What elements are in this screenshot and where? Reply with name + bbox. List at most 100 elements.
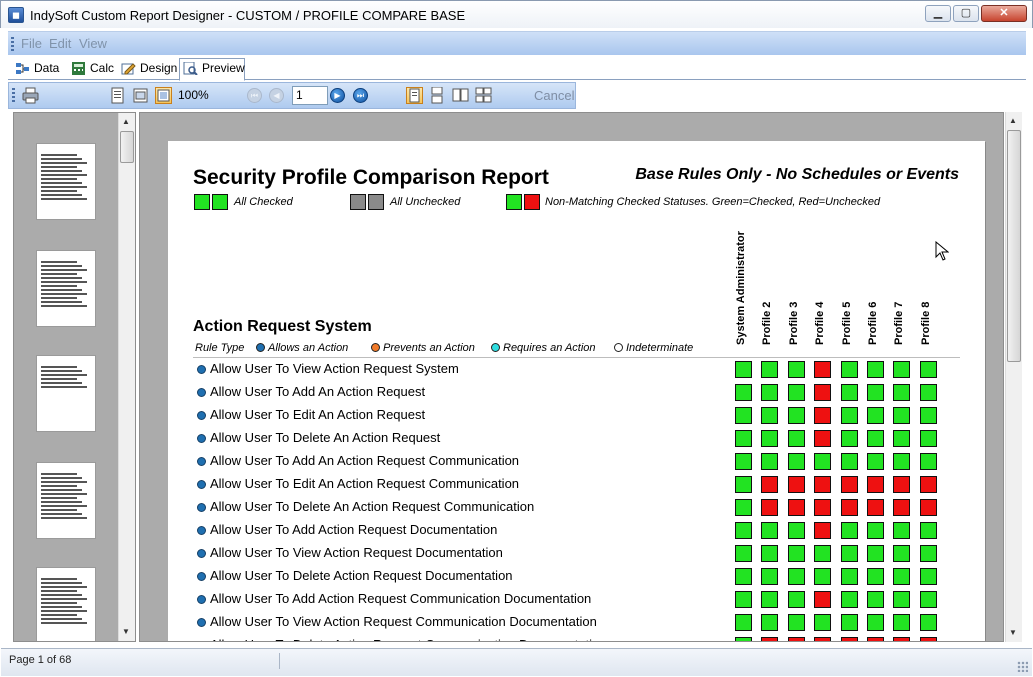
status-cell: [893, 591, 911, 608]
thumbnail-line: [41, 501, 82, 503]
status-cell: [867, 384, 884, 401]
status-cell: [735, 545, 752, 562]
print-icon[interactable]: [22, 87, 39, 104]
status-cell: [919, 568, 937, 585]
profile-header: Profile 8: [920, 235, 934, 357]
continuous-page-icon[interactable]: [429, 87, 446, 104]
status-cell: [919, 361, 937, 378]
multi-page-icon[interactable]: [475, 87, 492, 104]
status-cell: [814, 453, 832, 470]
rule-type-label: Rule Type: [195, 342, 245, 354]
profile-header-label: Profile 7: [893, 301, 906, 345]
allows-dot-icon: [197, 595, 206, 604]
minimize-button[interactable]: ▁: [925, 5, 951, 22]
status-cell: [735, 361, 752, 378]
status-cell: [735, 522, 752, 539]
thumbnail-line: [41, 158, 82, 160]
last-page-icon: ⏭: [356, 91, 365, 100]
scroll-up-icon[interactable]: ▲: [122, 117, 130, 126]
status-cell: [787, 591, 805, 608]
cancel-button[interactable]: Cancel: [534, 88, 574, 103]
previous-page-icon: ◀: [273, 91, 280, 100]
page-thumbnail[interactable]: [36, 250, 96, 327]
preview-toolbar: 100% ⏮ ◀ 1 ▶ ⏭ Cancel: [8, 82, 576, 109]
menu-edit[interactable]: Edit: [49, 36, 71, 51]
status-cell: [867, 568, 884, 585]
scroll-thumb[interactable]: [120, 131, 134, 163]
previous-page-button[interactable]: ◀: [269, 88, 284, 103]
thumbnail-line: [41, 277, 82, 279]
status-cell: [840, 545, 858, 562]
legend-swatch-mixed-green: [506, 194, 522, 210]
page-thumbnail[interactable]: [36, 143, 96, 220]
menu-file[interactable]: File: [21, 36, 42, 51]
thumbnail-line: [41, 305, 87, 307]
thumbnail-line: [41, 166, 77, 168]
status-cell: [814, 430, 832, 447]
tab-preview[interactable]: Preview: [179, 58, 245, 81]
status-cell: [867, 407, 884, 424]
status-cell: [840, 407, 858, 424]
status-cell: [893, 476, 911, 493]
two-page-icon[interactable]: [452, 87, 469, 104]
status-cell: [735, 430, 752, 447]
rule-type-allows-label: Allows an Action: [268, 342, 349, 354]
thumbnail-line: [41, 614, 77, 616]
preview-scrollbar[interactable]: ▲ ▼: [1005, 112, 1022, 642]
single-page-button[interactable]: [406, 87, 423, 104]
status-cell: [840, 453, 858, 470]
thumbnail-line: [41, 194, 82, 196]
status-cell: [893, 545, 911, 562]
thumbnail-scrollbar[interactable]: ▲ ▼: [118, 113, 135, 641]
tab-calc[interactable]: Calc: [68, 59, 116, 80]
tab-design[interactable]: Design: [118, 59, 177, 80]
status-cell: [867, 430, 884, 447]
profile-header: Profile 3: [788, 235, 802, 357]
scroll-thumb[interactable]: [1007, 130, 1021, 362]
fit-page-icon[interactable]: [132, 87, 149, 104]
status-cell: [787, 499, 805, 516]
rule-label: Allow User To Add An Action Request: [210, 384, 426, 399]
thumbnail-line: [41, 382, 82, 384]
thumbnail-line: [41, 505, 87, 507]
fit-width-button[interactable]: [155, 87, 172, 104]
page-number-input[interactable]: 1: [292, 86, 328, 105]
legend-swatch-mixed-red: [524, 194, 540, 210]
thumbnail-line: [41, 273, 77, 275]
profile-header-label: Profile 6: [867, 301, 879, 345]
allows-dot-icon: [197, 365, 206, 374]
status-cell: [761, 430, 779, 447]
maximize-button[interactable]: ▢: [953, 5, 979, 22]
thumbnail-line: [41, 293, 87, 295]
last-page-button[interactable]: ⏭: [353, 88, 368, 103]
legend-swatch-unchecked: [368, 194, 384, 210]
close-button[interactable]: ✕: [981, 5, 1027, 22]
resize-grip-icon[interactable]: [1017, 661, 1028, 672]
status-cell: [735, 453, 752, 470]
page-thumbnail[interactable]: [36, 567, 96, 641]
status-cell: [840, 384, 858, 401]
menu-view[interactable]: View: [79, 36, 107, 51]
window-title: IndySoft Custom Report Designer - CUSTOM…: [30, 8, 466, 23]
tab-data[interactable]: Data: [12, 59, 64, 80]
scroll-down-icon[interactable]: ▼: [1009, 628, 1017, 637]
first-page-button[interactable]: ⏮: [247, 88, 262, 103]
rule-type-indeterminate-label: Indeterminate: [626, 342, 694, 354]
rule-row: Allow User To Delete Action Request Docu…: [193, 566, 963, 589]
page-thumbnail[interactable]: [36, 462, 96, 539]
scroll-up-icon[interactable]: ▲: [1009, 116, 1017, 125]
report-subtitle: Base Rules Only - No Schedules or Events: [635, 166, 959, 183]
thumbnail-line: [41, 285, 77, 287]
thumbnail-line: [41, 578, 77, 580]
page-setup-icon[interactable]: [109, 87, 126, 104]
rule-label: Allow User To Delete An Action Request: [210, 430, 441, 445]
status-cell: [814, 361, 832, 378]
thumbnail-line: [41, 477, 82, 479]
zoom-level[interactable]: 100%: [177, 86, 211, 105]
scroll-down-icon[interactable]: ▼: [122, 627, 130, 636]
status-cell: [867, 637, 884, 641]
page-thumbnail[interactable]: [36, 355, 96, 432]
next-page-button[interactable]: ▶: [330, 88, 345, 103]
legend-swatch-checked: [212, 194, 228, 210]
status-cell: [735, 614, 752, 631]
